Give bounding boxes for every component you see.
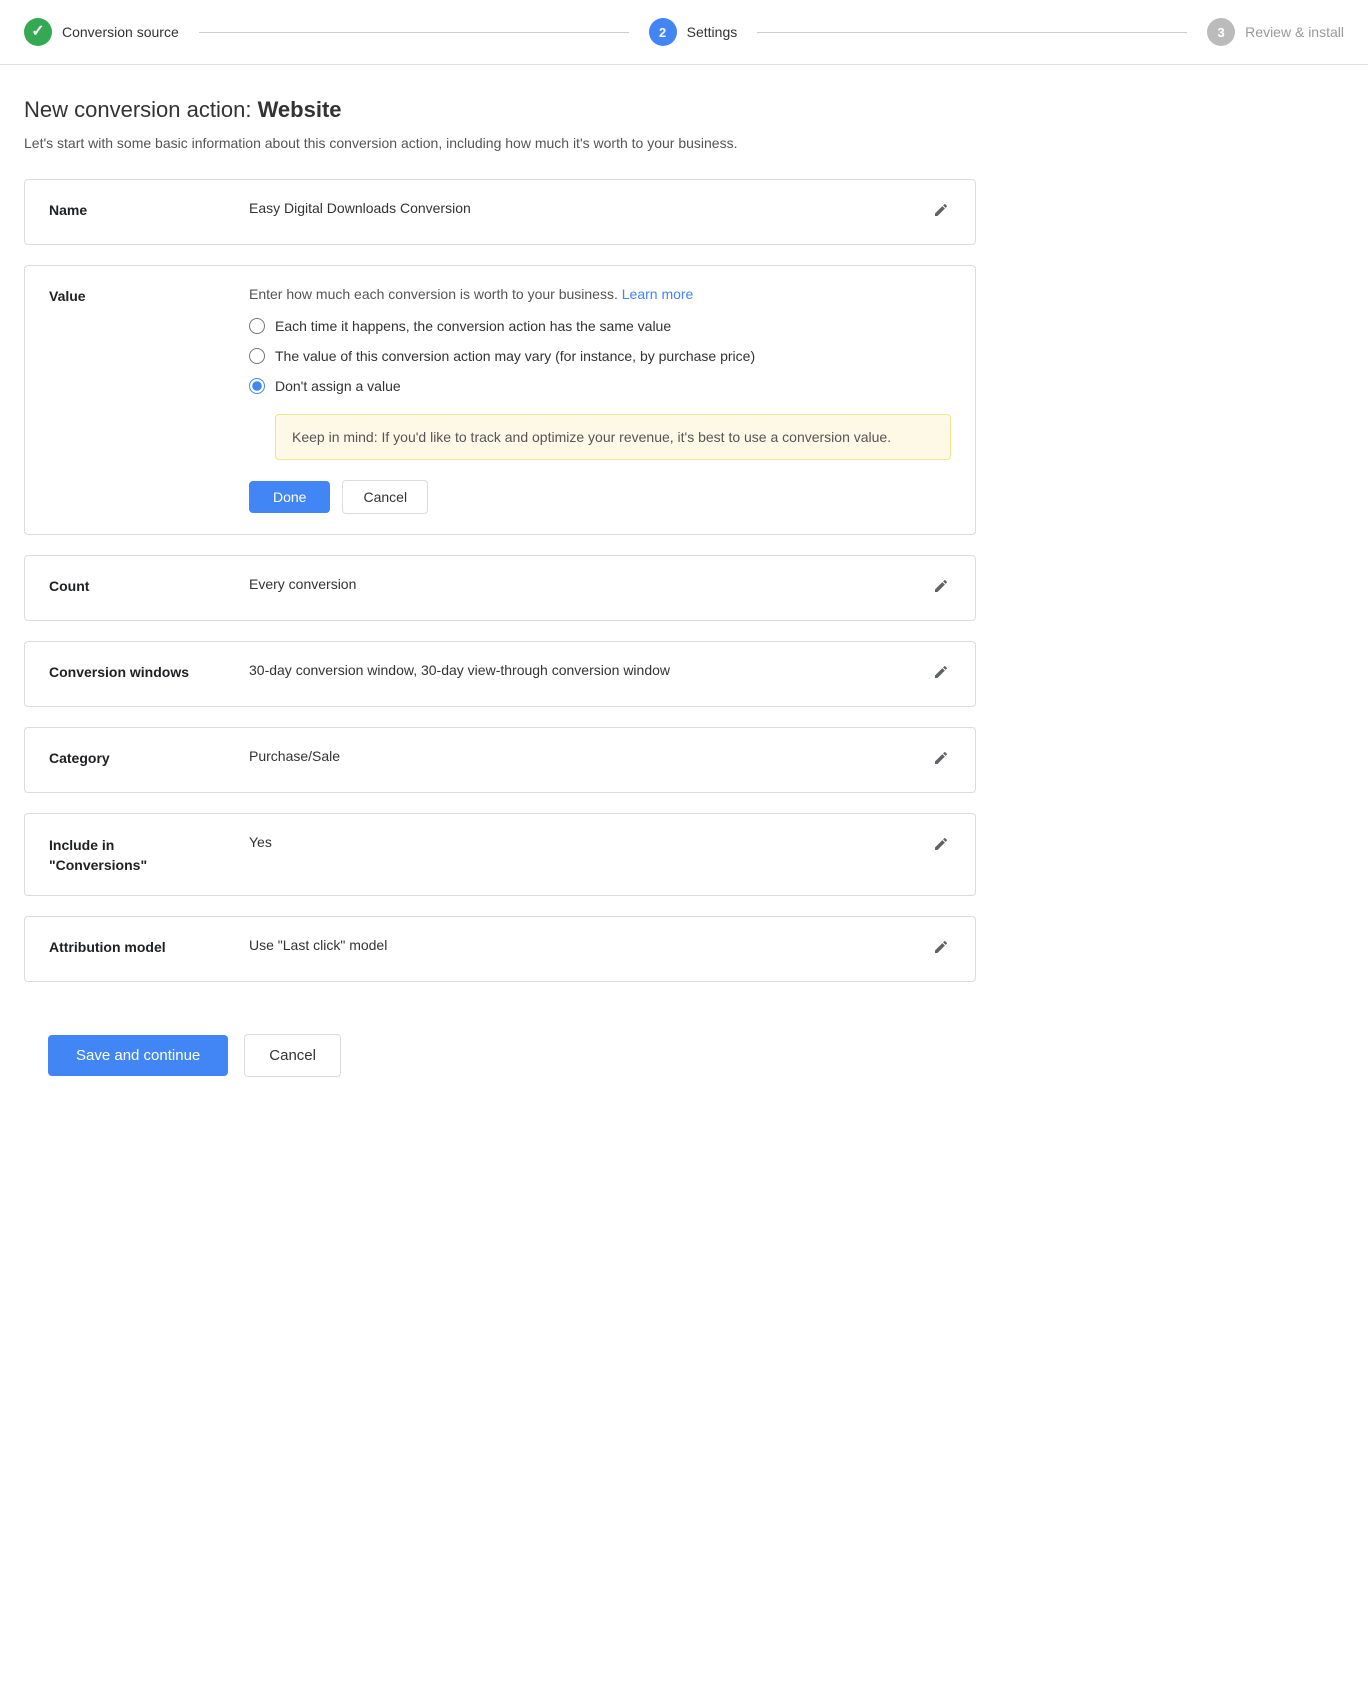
- value-description: Enter how much each conversion is worth …: [249, 286, 951, 302]
- value-warning-text: Keep in mind: If you'd like to track and…: [292, 429, 891, 445]
- step-circle-2: 2: [649, 18, 677, 46]
- save-continue-button[interactable]: Save and continue: [48, 1035, 228, 1076]
- value-content: Enter how much each conversion is worth …: [249, 286, 951, 534]
- value-warning-box: Keep in mind: If you'd like to track and…: [275, 414, 951, 460]
- category-value: Purchase/Sale: [249, 748, 915, 764]
- pencil-icon: [933, 939, 949, 955]
- attribution-model-edit-button[interactable]: [931, 937, 951, 957]
- attribution-model-row: Attribution model Use "Last click" model: [25, 917, 975, 981]
- radio-vary-value-label: The value of this conversion action may …: [275, 348, 755, 364]
- bottom-cancel-button[interactable]: Cancel: [244, 1034, 341, 1077]
- conversion-windows-section: Conversion windows 30-day conversion win…: [24, 641, 976, 707]
- value-label: Value: [49, 286, 249, 304]
- step-connector-1: [199, 32, 629, 33]
- conversion-windows-row: Conversion windows 30-day conversion win…: [25, 642, 975, 706]
- conversion-windows-edit-button[interactable]: [931, 662, 951, 682]
- learn-more-link[interactable]: Learn more: [622, 286, 694, 302]
- attribution-model-label: Attribution model: [49, 937, 249, 955]
- step-conversion-source: ✓ Conversion source: [24, 18, 179, 46]
- attribution-model-value: Use "Last click" model: [249, 937, 915, 953]
- radio-no-value-input[interactable]: [249, 378, 265, 394]
- include-conversions-value: Yes: [249, 834, 915, 850]
- step-review: 3 Review & install: [1207, 18, 1344, 46]
- category-edit-button[interactable]: [931, 748, 951, 768]
- count-edit-icon[interactable]: [931, 576, 951, 596]
- value-radio-group: Each time it happens, the conversion act…: [249, 318, 951, 394]
- name-edit-button[interactable]: [931, 200, 951, 220]
- category-row: Category Purchase/Sale: [25, 728, 975, 792]
- step-circle-1: ✓: [24, 18, 52, 46]
- radio-no-value-label: Don't assign a value: [275, 378, 401, 394]
- conversion-windows-value: 30-day conversion window, 30-day view-th…: [249, 662, 915, 678]
- radio-no-value[interactable]: Don't assign a value: [249, 378, 951, 394]
- page-title-prefix: New conversion action:: [24, 97, 258, 122]
- radio-same-value[interactable]: Each time it happens, the conversion act…: [249, 318, 951, 334]
- value-done-button[interactable]: Done: [249, 481, 330, 513]
- include-conversions-edit-button[interactable]: [931, 834, 951, 854]
- name-row: Name Easy Digital Downloads Conversion: [25, 180, 975, 244]
- pencil-icon: [933, 578, 949, 594]
- page-description: Let's start with some basic information …: [24, 135, 976, 151]
- count-row: Count Every conversion: [25, 556, 975, 620]
- main-content: New conversion action: Website Let's sta…: [0, 65, 1000, 1141]
- name-edit-icon[interactable]: [931, 200, 951, 220]
- radio-same-value-label: Each time it happens, the conversion act…: [275, 318, 671, 334]
- count-value: Every conversion: [249, 576, 915, 592]
- count-edit-button[interactable]: [931, 576, 951, 596]
- stepper: ✓ Conversion source 2 Settings 3 Review …: [0, 0, 1368, 65]
- page-title-bold: Website: [258, 97, 342, 122]
- conversion-windows-label: Conversion windows: [49, 662, 249, 680]
- checkmark-icon: ✓: [31, 24, 44, 40]
- pencil-icon: [933, 202, 949, 218]
- category-edit-icon[interactable]: [931, 748, 951, 768]
- value-cancel-button[interactable]: Cancel: [342, 480, 428, 514]
- name-label: Name: [49, 200, 249, 218]
- step-connector-2: [757, 32, 1187, 33]
- step-label-2: Settings: [687, 24, 738, 40]
- attribution-model-section: Attribution model Use "Last click" model: [24, 916, 976, 982]
- step-circle-3: 3: [1207, 18, 1235, 46]
- pencil-icon: [933, 836, 949, 852]
- step-label-1: Conversion source: [62, 24, 179, 40]
- count-section: Count Every conversion: [24, 555, 976, 621]
- step-number-3: 3: [1218, 25, 1225, 40]
- pencil-icon: [933, 750, 949, 766]
- attribution-model-edit-icon[interactable]: [931, 937, 951, 957]
- radio-same-value-input[interactable]: [249, 318, 265, 334]
- page-title: New conversion action: Website: [24, 97, 976, 123]
- radio-vary-value-input[interactable]: [249, 348, 265, 364]
- step-settings: 2 Settings: [649, 18, 738, 46]
- category-label: Category: [49, 748, 249, 766]
- name-value: Easy Digital Downloads Conversion: [249, 200, 915, 216]
- value-section: Value Enter how much each conversion is …: [24, 265, 976, 535]
- count-label: Count: [49, 576, 249, 594]
- name-section: Name Easy Digital Downloads Conversion: [24, 179, 976, 245]
- include-conversions-edit-icon[interactable]: [931, 834, 951, 854]
- include-conversions-row: Include in"Conversions" Yes: [25, 814, 975, 895]
- conversion-windows-edit-icon[interactable]: [931, 662, 951, 682]
- include-conversions-section: Include in"Conversions" Yes: [24, 813, 976, 896]
- step-label-3: Review & install: [1245, 24, 1344, 40]
- radio-vary-value[interactable]: The value of this conversion action may …: [249, 348, 951, 364]
- bottom-actions: Save and continue Cancel: [24, 1002, 976, 1109]
- value-button-row: Done Cancel: [249, 480, 951, 534]
- step-number-2: 2: [659, 25, 666, 40]
- category-section: Category Purchase/Sale: [24, 727, 976, 793]
- value-desc-text: Enter how much each conversion is worth …: [249, 286, 618, 302]
- pencil-icon: [933, 664, 949, 680]
- include-conversions-label: Include in"Conversions": [49, 834, 249, 875]
